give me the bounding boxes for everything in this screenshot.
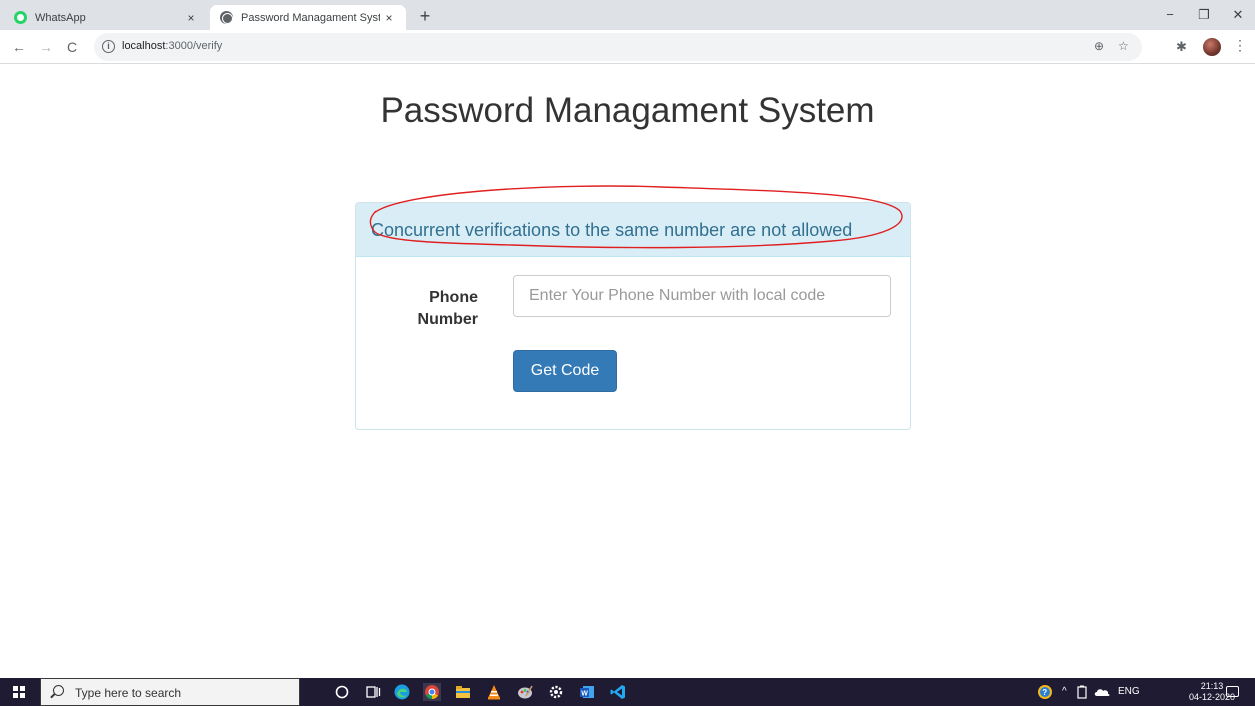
file-explorer-icon[interactable]	[454, 683, 472, 701]
window-controls: − ❐ ✕	[1153, 0, 1255, 30]
bookmark-star-icon[interactable]: ☆	[1118, 39, 1129, 53]
address-bar[interactable]: i localhost:3000/verify ⊕ ☆	[94, 33, 1142, 61]
tab-title: WhatsApp	[35, 11, 86, 24]
tab-close-icon[interactable]: ×	[380, 11, 398, 25]
notification-center-icon[interactable]	[1226, 686, 1239, 697]
paint-icon[interactable]	[516, 683, 534, 701]
phone-label-line1: Phone	[429, 289, 478, 306]
zoom-icon[interactable]: ⊕	[1094, 39, 1104, 53]
extensions-icon[interactable]: ✱	[1176, 39, 1187, 55]
forward-button[interactable]: →	[37, 38, 55, 56]
help-icon[interactable]: ?	[1036, 683, 1054, 701]
browser-tab-strip: WhatsApp × Password Managament System × …	[0, 0, 1255, 30]
minimize-button[interactable]: −	[1153, 0, 1187, 30]
red-annotation-ellipse	[369, 185, 903, 249]
taskbar-search-box[interactable]: Type here to search	[40, 678, 300, 706]
windows-taskbar: Type here to search W ? ^ ENG 21:13 04-1…	[0, 678, 1255, 706]
reload-button[interactable]: C	[63, 38, 81, 56]
globe-icon	[220, 11, 233, 24]
new-tab-button[interactable]: +	[414, 5, 436, 27]
page-title: Password Managament System	[380, 91, 875, 130]
task-view-icon[interactable]	[364, 683, 382, 701]
language-indicator[interactable]: ENG	[1118, 678, 1140, 706]
url-host: localhost	[122, 40, 166, 52]
tab-whatsapp[interactable]: WhatsApp ×	[8, 5, 208, 30]
tab-password-managament-system[interactable]: Password Managament System ×	[210, 5, 406, 30]
cortana-icon[interactable]	[333, 683, 351, 701]
windows-start-icon[interactable]	[13, 686, 25, 698]
svg-text:W: W	[581, 690, 588, 697]
edge-icon[interactable]	[393, 683, 411, 701]
word-icon[interactable]: W	[578, 683, 596, 701]
url-path: :3000/verify	[165, 40, 223, 52]
tray-chevron-icon[interactable]: ^	[1062, 678, 1067, 706]
browser-toolbar: ← → C i localhost:3000/verify ⊕ ☆ ✱ ⋮	[0, 30, 1255, 64]
tab-title: Password Managament System	[241, 11, 380, 24]
phone-number-label: Phone Number	[408, 287, 478, 331]
maximize-button[interactable]: ❐	[1187, 0, 1221, 30]
tab-close-icon[interactable]: ×	[182, 11, 200, 25]
url-text: localhost:3000/verify	[122, 40, 222, 52]
settings-icon[interactable]	[547, 683, 565, 701]
vlc-icon[interactable]	[485, 683, 503, 701]
phone-label-line2: Number	[417, 311, 478, 328]
info-icon[interactable]: i	[102, 40, 115, 53]
vscode-icon[interactable]	[609, 683, 627, 701]
whatsapp-icon	[14, 11, 27, 24]
phone-number-input[interactable]	[513, 275, 891, 317]
profile-avatar[interactable]	[1203, 38, 1221, 56]
taskbar-search-placeholder: Type here to search	[75, 686, 182, 700]
get-code-button[interactable]: Get Code	[513, 350, 617, 392]
search-icon	[53, 685, 64, 696]
chrome-icon[interactable]	[423, 683, 441, 701]
battery-icon[interactable]	[1076, 683, 1089, 701]
back-button[interactable]: ←	[10, 38, 28, 56]
svg-text:?: ?	[1042, 688, 1047, 697]
onedrive-icon[interactable]	[1094, 683, 1110, 701]
close-window-button[interactable]: ✕	[1221, 0, 1255, 30]
browser-menu-icon[interactable]: ⋮	[1233, 37, 1247, 54]
